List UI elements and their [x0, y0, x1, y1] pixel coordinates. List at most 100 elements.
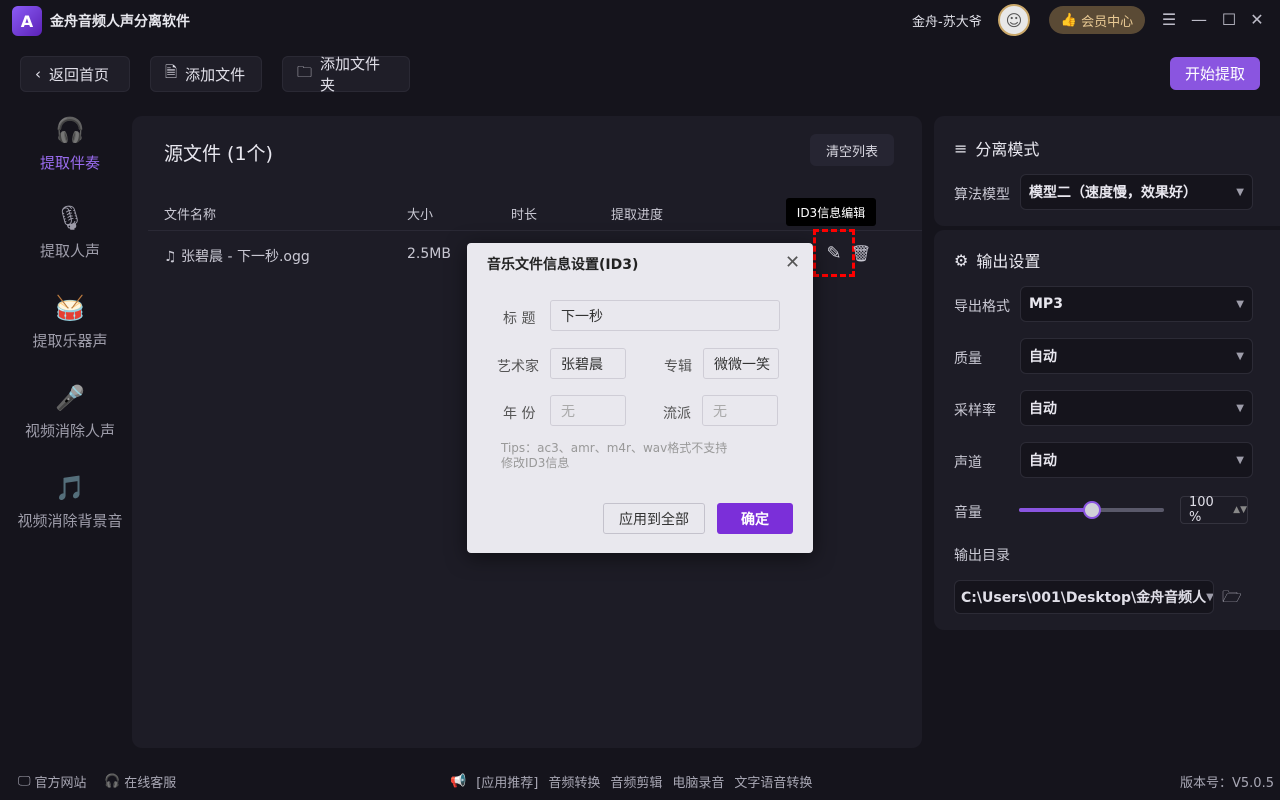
apply-all-button[interactable]: 应用到全部: [603, 503, 705, 534]
add-folder-button[interactable]: 🗀 添加文件夹: [282, 55, 410, 94]
version-label: 版本号：V5.0.5: [1180, 776, 1274, 791]
sidebar-item-label: 提取乐器声: [32, 332, 108, 350]
drum-icon: 🥁: [55, 294, 85, 322]
avatar[interactable]: ☺: [998, 4, 1030, 36]
chevron-down-icon: ▼: [1236, 402, 1244, 414]
quality-label: 质量: [954, 351, 982, 367]
mute-mic-icon: 🎤: [55, 384, 85, 412]
channel-label: 声道: [954, 455, 982, 471]
headphone-icon: 🎧: [55, 116, 85, 144]
file-name: 张碧晨 - 下一秒.ogg: [181, 249, 310, 265]
title-field[interactable]: 下一秒: [550, 300, 780, 331]
sidebar-item-label: 视频消除背景音: [17, 512, 123, 530]
model-select[interactable]: 模型二（速度慢，效果好） ▼: [1020, 174, 1253, 210]
separation-title-label: 分离模式: [975, 140, 1040, 159]
support-link[interactable]: 🎧 在线客服: [104, 772, 176, 791]
website-label: 官方网站: [34, 776, 87, 791]
volume-slider-handle[interactable]: [1082, 501, 1101, 519]
username[interactable]: 金舟-苏大爷: [912, 11, 982, 30]
output-dir-value: C:\Users\001\Desktop\金舟音频人: [961, 590, 1207, 606]
link-audio-convert[interactable]: 音频转换: [548, 772, 600, 791]
column-header-name: 文件名称: [164, 208, 217, 223]
sidebar-item-label: 提取人声: [39, 242, 100, 260]
sliders-icon: ≡: [954, 138, 968, 158]
link-pc-record[interactable]: 电脑录音: [672, 772, 724, 791]
format-select[interactable]: MP3 ▼: [1020, 286, 1253, 322]
chevron-down-icon: ▼: [1236, 186, 1244, 198]
genre-field-label: 流派: [663, 406, 691, 422]
genre-field[interactable]: 无: [702, 395, 778, 426]
headset-icon: 🎙: [54, 204, 86, 232]
delete-icon[interactable]: 🗑: [851, 244, 871, 263]
format-value: MP3: [1029, 296, 1063, 312]
close-icon[interactable]: ✕: [1246, 8, 1268, 30]
clear-list-button[interactable]: 清空列表: [810, 134, 894, 166]
year-field[interactable]: 无: [550, 395, 626, 426]
title-field-label: 标 题: [503, 311, 536, 327]
dialog-close-icon[interactable]: ✕: [785, 252, 800, 273]
column-header-progress: 提取进度: [611, 208, 664, 223]
sidebar-item-extract-instrument[interactable]: 🥁 提取乐器声: [0, 292, 140, 351]
file-icon: 🗎: [165, 62, 178, 81]
support-label: 在线客服: [124, 776, 177, 791]
model-value: 模型二（速度慢，效果好）: [1029, 185, 1197, 201]
samplerate-label: 采样率: [954, 403, 996, 419]
artist-field[interactable]: 张碧晨: [550, 348, 626, 379]
quality-select[interactable]: 自动 ▼: [1020, 338, 1253, 374]
channel-select[interactable]: 自动 ▼: [1020, 442, 1253, 478]
header-divider: [148, 230, 922, 231]
sidebar-item-extract-vocal[interactable]: 🎙 提取人声: [0, 202, 140, 261]
output-title-label: 输出设置: [976, 252, 1041, 271]
volume-value: 100 %: [1189, 495, 1214, 525]
folder-icon[interactable]: 🗁: [1222, 586, 1242, 613]
recommend-label: [应用推荐]: [476, 776, 539, 791]
chevron-down-icon: ▼: [1206, 591, 1214, 603]
menu-icon[interactable]: ☰: [1158, 8, 1180, 30]
album-field-label: 专辑: [664, 359, 692, 375]
output-title: ⚙ 输出设置: [954, 248, 1040, 272]
format-label: 导出格式: [954, 299, 1010, 315]
id3-edit-icon[interactable]: ✎: [813, 229, 855, 277]
vip-center-button[interactable]: 👍 会员中心: [1049, 6, 1145, 34]
output-dir-select[interactable]: C:\Users\001\Desktop\金舟音频人 ▼: [954, 580, 1214, 614]
sidebar-item-label: 视频消除人声: [24, 422, 115, 440]
artist-field-label: 艺术家: [497, 359, 539, 375]
start-extract-button[interactable]: 开始提取: [1170, 57, 1260, 90]
recommend-bar: 📢 [应用推荐] 音频转换 音频剪辑 电脑录音 文字语音转换: [450, 772, 812, 791]
add-file-label: 添加文件: [185, 65, 246, 84]
chevron-left-icon: ‹: [35, 65, 41, 83]
quality-value: 自动: [1029, 349, 1057, 365]
thumb-icon: 👍: [1060, 12, 1078, 28]
minimize-icon[interactable]: —: [1188, 8, 1210, 30]
sidebar-item-video-remove-vocal[interactable]: 🎤 视频消除人声: [0, 382, 140, 441]
channel-value: 自动: [1029, 453, 1057, 469]
volume-input[interactable]: 100 % ▲▼: [1180, 495, 1248, 525]
sidebar-item-extract-accompaniment[interactable]: 🎧 提取伴奏: [0, 114, 140, 173]
chevron-down-icon: ▼: [1236, 298, 1244, 310]
mute-music-icon: 🎵: [55, 474, 85, 502]
headset-icon: 🎧: [104, 774, 121, 789]
back-home-label: 返回首页: [49, 65, 110, 84]
volume-label: 音量: [954, 505, 982, 521]
add-file-button[interactable]: 🗎 添加文件: [150, 56, 262, 92]
link-audio-edit[interactable]: 音频剪辑: [610, 772, 662, 791]
confirm-button[interactable]: 确定: [717, 503, 793, 534]
sidebar-item-video-remove-bgm[interactable]: 🎵 视频消除背景音: [0, 472, 140, 531]
source-files-title: 源文件 (1个): [164, 143, 273, 165]
website-link[interactable]: 🖵 官方网站: [18, 772, 87, 791]
sidebar-item-label: 提取伴奏: [39, 154, 100, 172]
megaphone-icon: 📢: [450, 774, 467, 789]
music-file-icon: ♫: [164, 249, 177, 265]
link-text-to-speech[interactable]: 文字语音转换: [734, 772, 812, 791]
samplerate-select[interactable]: 自动 ▼: [1020, 390, 1253, 426]
monitor-icon: 🖵: [18, 774, 31, 789]
spinner-icon[interactable]: ▲▼: [1233, 505, 1247, 515]
maximize-icon[interactable]: ☐: [1218, 8, 1240, 30]
back-home-button[interactable]: ‹ 返回首页: [20, 56, 130, 92]
volume-slider-fill: [1019, 508, 1092, 512]
year-field-label: 年 份: [503, 406, 536, 422]
album-field[interactable]: 微微一笑: [703, 348, 779, 379]
app-logo: A: [12, 6, 42, 36]
output-dir-label: 输出目录: [954, 548, 1010, 564]
chevron-down-icon: ▼: [1236, 350, 1244, 362]
